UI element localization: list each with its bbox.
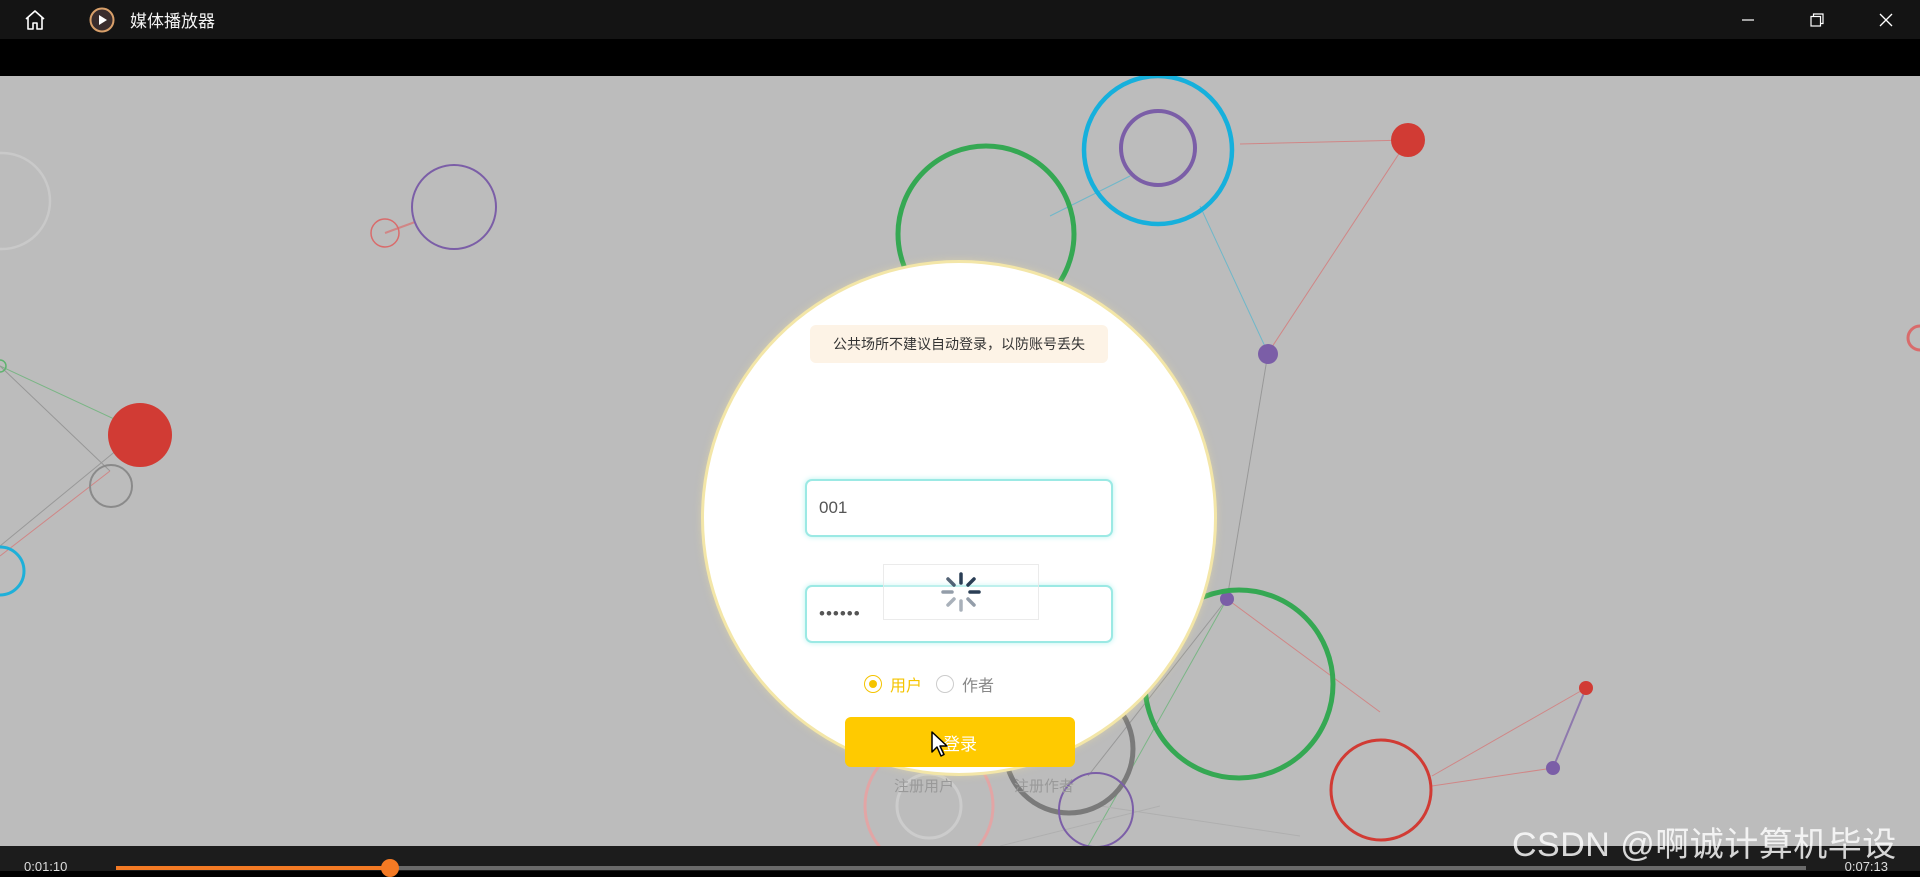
auto-login-warning: 公共场所不建议自动登录，以防账号丢失 xyxy=(810,325,1108,363)
spinner-icon xyxy=(941,572,981,612)
register-links: 注册用户 注册作者 xyxy=(894,775,1074,799)
window-title: 媒体播放器 xyxy=(130,12,215,32)
video-frame[interactable]: 公共场所不建议自动登录，以防账号丢失 001 •••••• 用户 作者 登录 注… xyxy=(0,76,1920,846)
play-icon xyxy=(88,6,116,34)
role-radio-author[interactable] xyxy=(936,675,955,693)
login-button[interactable]: 登录 xyxy=(845,717,1075,767)
window-controls xyxy=(1713,0,1920,39)
login-panel: 公共场所不建议自动登录，以防账号丢失 001 •••••• 用户 作者 登录 注… xyxy=(704,263,1214,795)
restore-button[interactable] xyxy=(1782,0,1851,39)
seek-thumb[interactable] xyxy=(380,859,399,877)
seek-progress xyxy=(116,866,390,870)
home-button[interactable] xyxy=(0,0,70,39)
close-icon xyxy=(1879,13,1892,26)
minimize-icon xyxy=(1741,18,1754,21)
minimize-button[interactable] xyxy=(1713,0,1782,39)
loading-overlay xyxy=(883,564,1039,620)
letterbox-top xyxy=(0,39,1920,76)
close-button[interactable] xyxy=(1851,0,1920,39)
role-label-author[interactable]: 作者 xyxy=(962,672,994,696)
username-input[interactable]: 001 xyxy=(805,479,1113,537)
title-bar: 媒体播放器 xyxy=(0,0,1920,39)
role-label-user[interactable]: 用户 xyxy=(890,672,922,696)
home-icon xyxy=(25,9,45,30)
seek-track[interactable] xyxy=(116,859,1806,877)
role-selector: 用户 作者 xyxy=(864,671,1064,697)
register-author-link[interactable]: 注册作者 xyxy=(1014,775,1074,799)
mouse-cursor-icon xyxy=(931,731,948,757)
current-time: 0:01:10 xyxy=(24,859,68,874)
role-radio-user[interactable] xyxy=(864,675,882,693)
restore-icon xyxy=(1809,12,1824,27)
register-user-link[interactable]: 注册用户 xyxy=(894,775,954,799)
watermark: CSDN @啊诚计算机毕设 xyxy=(1512,826,1897,864)
